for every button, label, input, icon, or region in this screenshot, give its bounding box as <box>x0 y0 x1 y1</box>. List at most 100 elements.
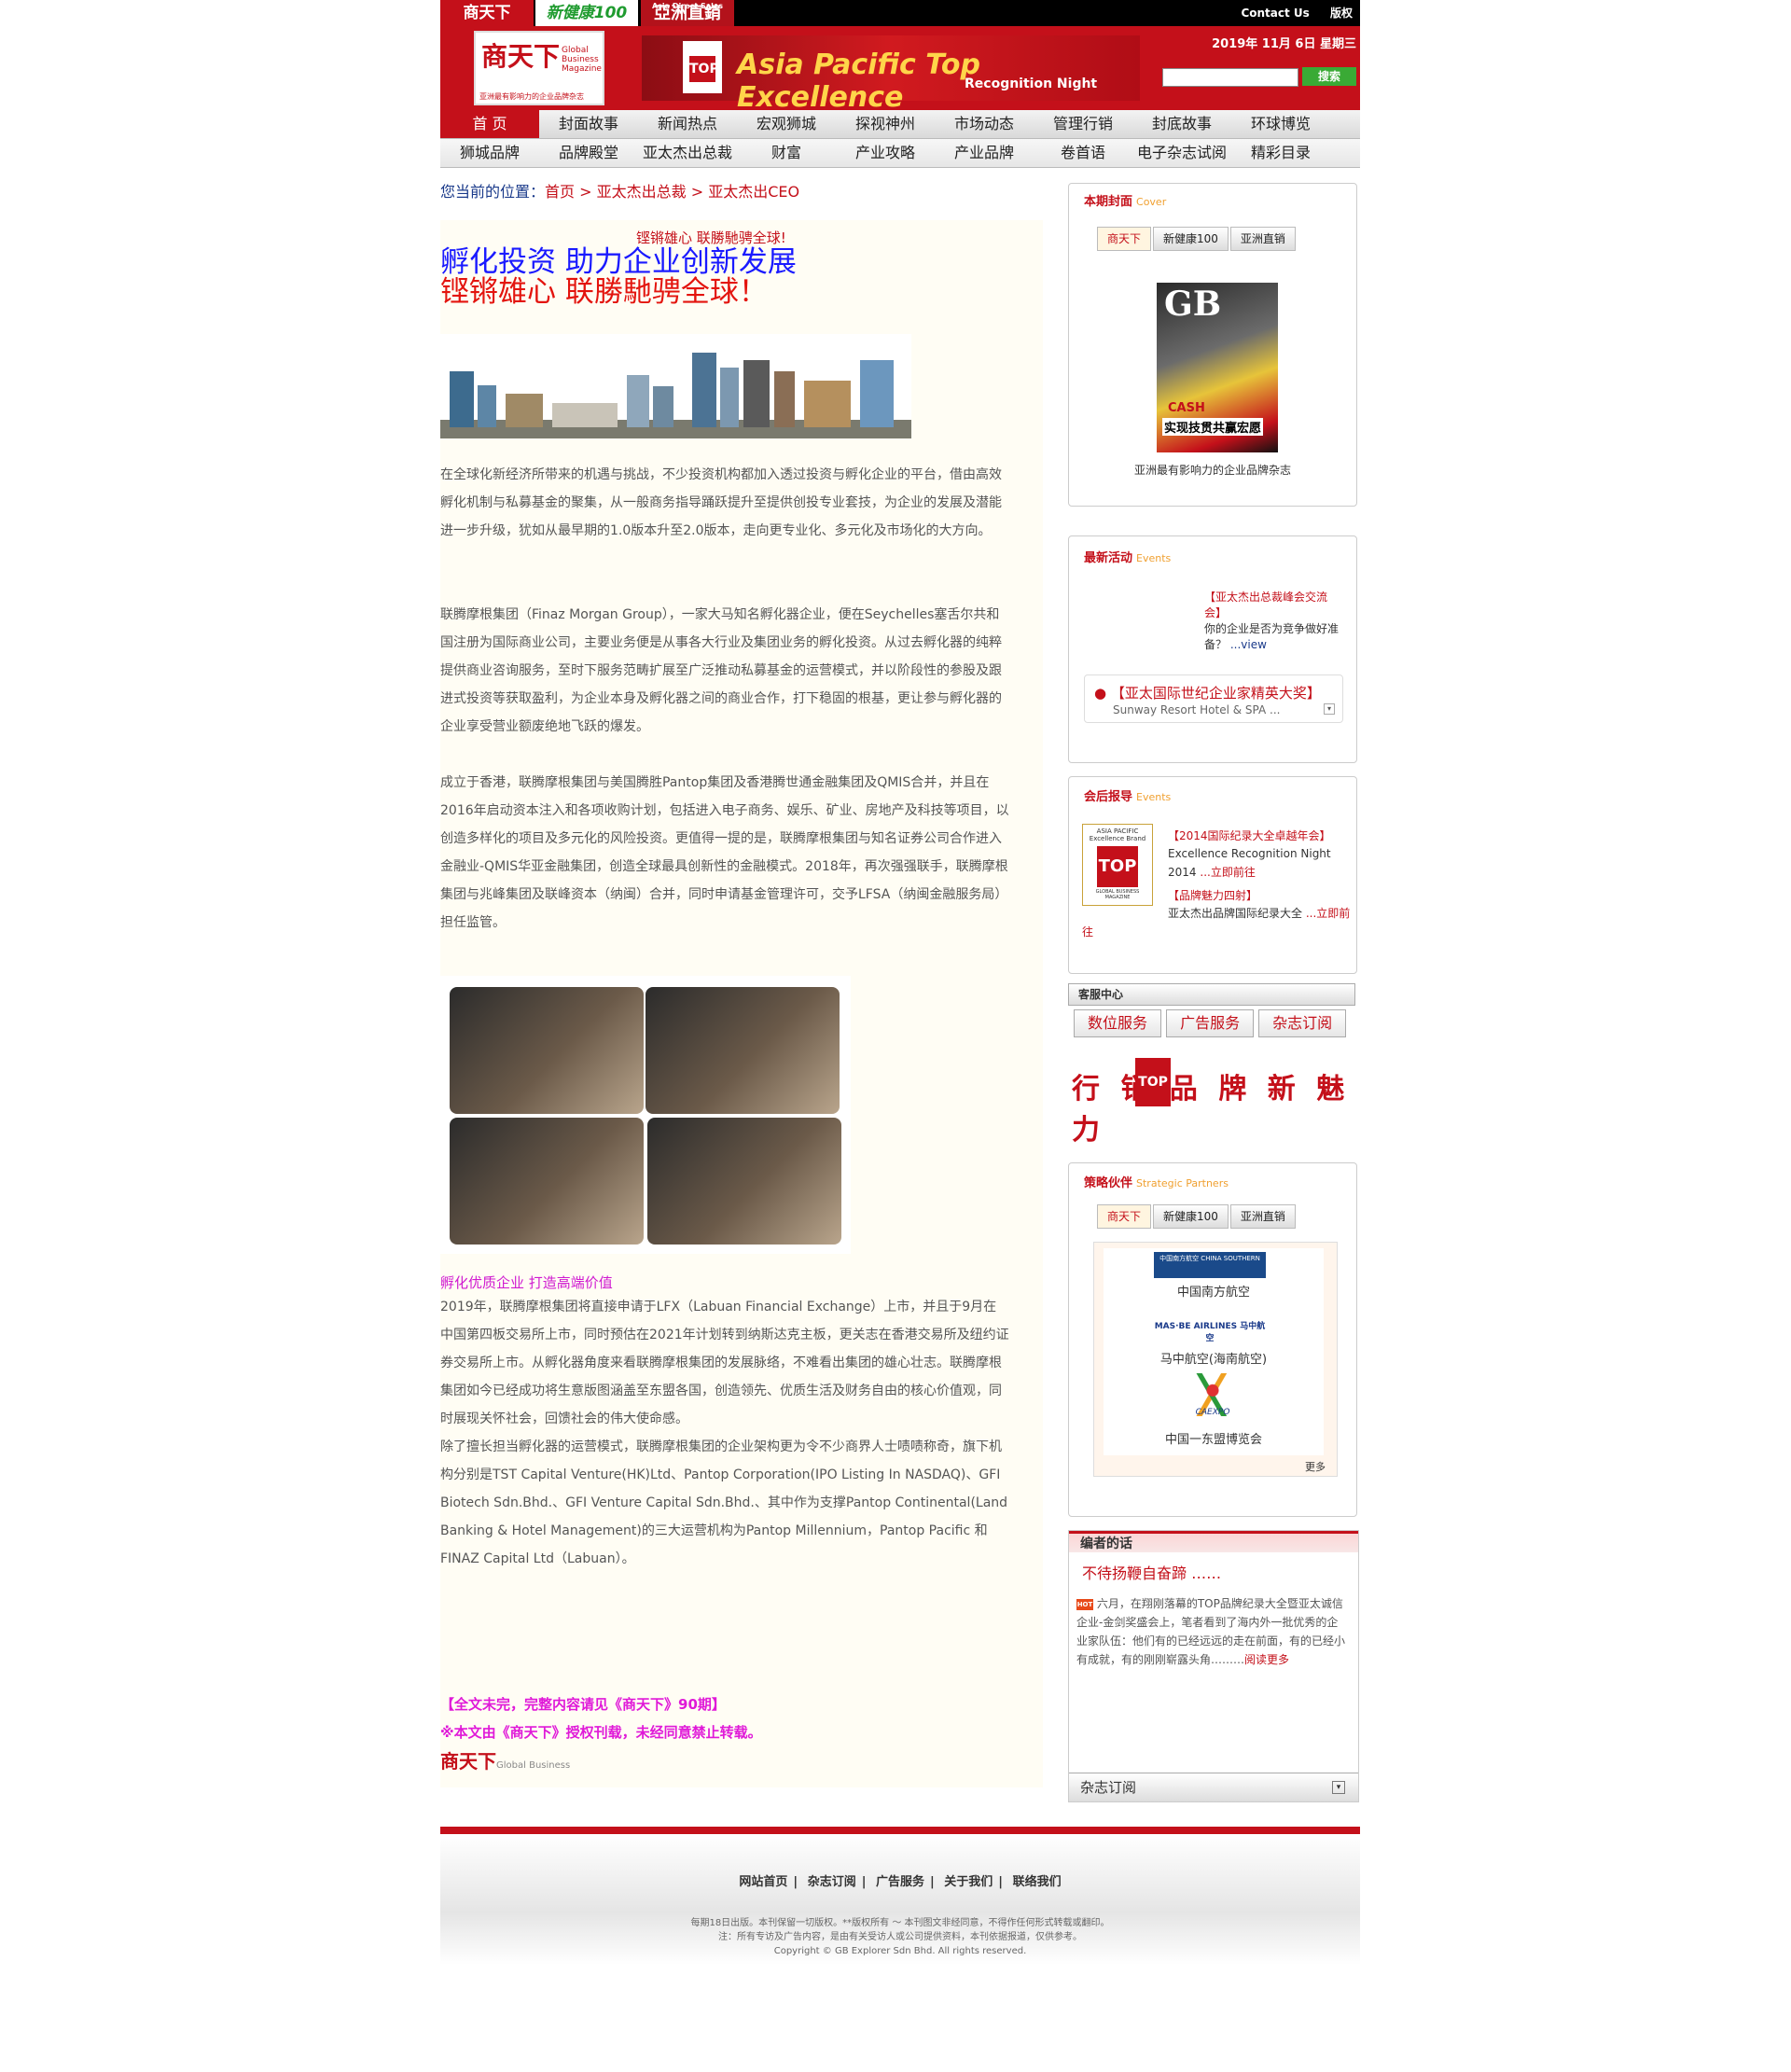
cover-brand: GB <box>1164 285 1222 324</box>
tab-shangtianxia[interactable]: 商天下 <box>1097 227 1152 251</box>
magazine-cover-image[interactable]: GB CASH 实现技贯共赢宏愿 <box>1157 283 1278 452</box>
nav-industry-strategy[interactable]: 产业攻略 <box>836 139 935 167</box>
after-2-desc: 亚太杰出品牌国际纪录大全 <box>1168 907 1303 920</box>
after-event-title: 会后报导 Events <box>1084 786 1171 804</box>
skyline-image <box>440 334 911 438</box>
nav-china[interactable]: 探视神州 <box>836 110 935 138</box>
footer-brand-logo: 商天下Global Business <box>440 1746 570 1773</box>
cover-caption: 亚洲最有影响力的企业品牌杂志 <box>1133 464 1291 477</box>
partner-logos: 中国南方航空 CHINA SOUTHERN 中国南方航空 MAS·BE AIRL… <box>1104 1248 1324 1455</box>
partner-1[interactable]: 中国南方航空 <box>1104 1282 1324 1300</box>
nav-brand-hall[interactable]: 品牌殿堂 <box>539 139 638 167</box>
editor-note-body: 六月，在翔刚落幕的TOP品牌纪录大全暨亚太诚信企业-金剑奖盛会上，笔者看到了海内… <box>1076 1597 1346 1666</box>
partner-tab-shangtianxia[interactable]: 商天下 <box>1097 1204 1152 1229</box>
magazine-subscribe-bar[interactable]: 杂志订阅 ▾ <box>1069 1773 1358 1801</box>
footer-line-1: 每期18日出版。本刊保留一切版权。**版权所有 ～ 本刊图文非经同意，不得作任何… <box>690 1918 1110 1928</box>
tab-digital-service[interactable]: 数位服务 <box>1074 1009 1161 1037</box>
xinjiankang-logo[interactable]: 新健康100 <box>535 0 638 26</box>
after-1-link[interactable]: ...立即前往 <box>1200 866 1255 879</box>
service-center: 客服中心 数位服务 广告服务 杂志订阅 <box>1068 983 1355 1037</box>
top-bar: 商天下 新健康100 Asia Direct Sales 亞洲直銷 Contact… <box>440 0 1360 26</box>
caexpo-logo[interactable]: CAEXPO <box>1189 1373 1236 1417</box>
read-more-link[interactable]: 阅读更多 <box>1244 1653 1289 1666</box>
nav-news[interactable]: 新闻热点 <box>638 110 737 138</box>
search-input[interactable] <box>1162 68 1298 87</box>
nav-e-magazine[interactable]: 电子杂志试阅 <box>1132 139 1231 167</box>
page-footer: 网站首页 | 杂志订阅 | 广告服务 | 关于我们 | 联络我们 每期18日出版。本刊保… <box>440 1827 1360 1965</box>
marketing-promo-banner[interactable]: 行 销 品 牌 新 魅 力 TOP <box>1068 1045 1357 1147</box>
tab-xinjiankang[interactable]: 新健康100 <box>1153 227 1229 251</box>
nav-wealth[interactable]: 财富 <box>737 139 836 167</box>
shangtianxia-logo[interactable]: 商天下 <box>440 0 534 26</box>
photo-4 <box>647 1118 841 1245</box>
footer-home-link[interactable]: 网站首页 <box>739 1875 787 1889</box>
chevron-down-icon[interactable]: ▾ <box>1332 1781 1345 1794</box>
chevron-down-icon[interactable]: ▾ <box>1324 703 1335 715</box>
paragraph-3: 成立于香港，联腾摩根集团与美国腾胜Pantop集团及香港腾世通金融集团及QMIS… <box>440 775 1009 930</box>
tab-subscription[interactable]: 杂志订阅 <box>1258 1009 1347 1037</box>
partner-tabs: 商天下 新健康100 亚洲直销 <box>1097 1204 1298 1229</box>
asia-direct-sales-logo[interactable]: Asia Direct Sales 亞洲直銷 <box>641 0 734 26</box>
nav-management[interactable]: 管理行销 <box>1034 110 1132 138</box>
brand-logo[interactable]: 商天下 Global Business Magazine 亚洲最有影响力的企业品… <box>474 31 604 105</box>
cover-box-title: 本期封面 Cover <box>1084 191 1166 209</box>
breadcrumb-home[interactable]: 首页 <box>545 183 575 201</box>
events-title-en: Events <box>1136 552 1172 564</box>
nav-market[interactable]: 市场动态 <box>935 110 1034 138</box>
top-excellence-banner[interactable]: TOP Asia Pacific Top Excellence Recognit… <box>642 35 1140 114</box>
paragraph-5: 除了擅长担当孵化器的运营模式，联腾摩根集团的企业架构更为令不少商界人士啧啧称奇，… <box>440 1439 1008 1566</box>
nav-ceo[interactable]: 亚太杰出总裁 <box>638 139 737 167</box>
nav-industry-brand[interactable]: 产业品牌 <box>935 139 1034 167</box>
tab-ad-service[interactable]: 广告服务 <box>1166 1009 1255 1037</box>
contact-us-link[interactable]: Contact Us <box>1241 7 1309 20</box>
partner-tab-asia-direct[interactable]: 亚洲直销 <box>1229 1204 1296 1229</box>
china-southern-logo[interactable]: 中国南方航空 CHINA SOUTHERN <box>1154 1252 1266 1278</box>
footer-ad-link[interactable]: 广告服务 <box>876 1875 924 1889</box>
paragraph-1: 在全球化新经济所带来的机遇与挑战，不少投资机构都加入透过投资与孵化企业的平台，借… <box>440 467 1002 538</box>
nav-macro-singapore[interactable]: 宏观狮城 <box>737 110 836 138</box>
event-2-card[interactable]: ● 【亚太国际世纪企业家精英大奖】 Sunway Resort Hotel & … <box>1084 674 1343 723</box>
after-2-title[interactable]: 【品牌魅力四射】 <box>1168 887 1351 903</box>
nav-cover-story[interactable]: 封面故事 <box>539 110 638 138</box>
nav-contents[interactable]: 精彩目录 <box>1231 139 1330 167</box>
breadcrumb-current[interactable]: 亚太杰出CEO <box>708 183 799 201</box>
cover-tag: CASH <box>1168 401 1205 415</box>
nav-home[interactable]: 首 页 <box>440 110 539 138</box>
brand-english: Global Business Magazine <box>562 46 602 74</box>
after-1-title[interactable]: 【2014国际纪录大全卓越年会】 <box>1168 827 1351 843</box>
nav-singapore-brand[interactable]: 狮城品牌 <box>440 139 539 167</box>
article: 铿锵雄心 联勝馳骋全球! 孵化投资 助力企业创新发展 铿锵雄心 联勝馳骋全球！ … <box>440 220 1043 1787</box>
footer-contact-link[interactable]: 联络我们 <box>1013 1875 1062 1889</box>
nav-editorial[interactable]: 卷首语 <box>1034 139 1132 167</box>
breadcrumb-sep: > <box>686 183 709 201</box>
tab-asia-direct[interactable]: 亚洲直销 <box>1229 227 1296 251</box>
footer-about-link[interactable]: 关于我们 <box>944 1875 993 1889</box>
editor-note-headline[interactable]: 不待扬鞭自奋蹄 …… <box>1082 1561 1221 1583</box>
event-1-title[interactable]: 【亚太杰出总裁峰会交流会】 <box>1204 589 1344 620</box>
photo-grid <box>440 976 851 1254</box>
mas-airlines-logo[interactable]: MAS·BE AIRLINES 马中航空 <box>1154 1319 1266 1343</box>
cover-title-en: Cover <box>1136 196 1167 208</box>
top-badge-icon: TOP <box>683 41 722 93</box>
events-box: 最新活动 Events 【亚太杰出总裁峰会交流会】 你的企业是否为竞争做好准备？ … <box>1068 535 1357 763</box>
mini-logo-ch: 商天下 <box>440 1750 496 1773</box>
search-button[interactable]: 搜索 <box>1302 67 1356 86</box>
nav-global[interactable]: 环球博览 <box>1231 110 1330 138</box>
banner-subtitle: Recognition Night <box>965 76 1098 91</box>
footer-subscribe-link[interactable]: 杂志订阅 <box>808 1875 856 1889</box>
footer-nav: 网站首页 | 杂志订阅 | 广告服务 | 关于我们 | 联络我们 <box>739 1875 1062 1889</box>
partner-3[interactable]: 中国一东盟博览会 <box>1104 1429 1324 1447</box>
nav-back-cover[interactable]: 封底故事 <box>1132 110 1231 138</box>
copyright-link[interactable]: 版权 <box>1330 7 1353 20</box>
mini-logo-en: Global Business <box>496 1760 571 1771</box>
breadcrumb-ceo-category[interactable]: 亚太杰出总裁 <box>597 183 687 201</box>
event-2-sub: Sunway Resort Hotel & SPA ... <box>1113 703 1281 716</box>
current-date: 2019年 11月 6日 星期三 <box>1212 37 1356 51</box>
partners-more-link[interactable]: 更多 <box>1305 1459 1326 1474</box>
breadcrumb: 您当前的位置：首页 > 亚太杰出总裁 > 亚太杰出CEO <box>440 179 799 202</box>
event-1-view-link[interactable]: ...view <box>1230 638 1267 651</box>
event-1-text: 你的企业是否为竞争做好准备？ ...view <box>1204 620 1344 652</box>
partner-2[interactable]: 马中航空(海南航空) <box>1104 1349 1324 1367</box>
partner-tab-xinjiankang[interactable]: 新健康100 <box>1153 1204 1229 1229</box>
page-header: 商天下 新健康100 Asia Direct Sales 亞洲直銷 Contact… <box>440 0 1360 168</box>
